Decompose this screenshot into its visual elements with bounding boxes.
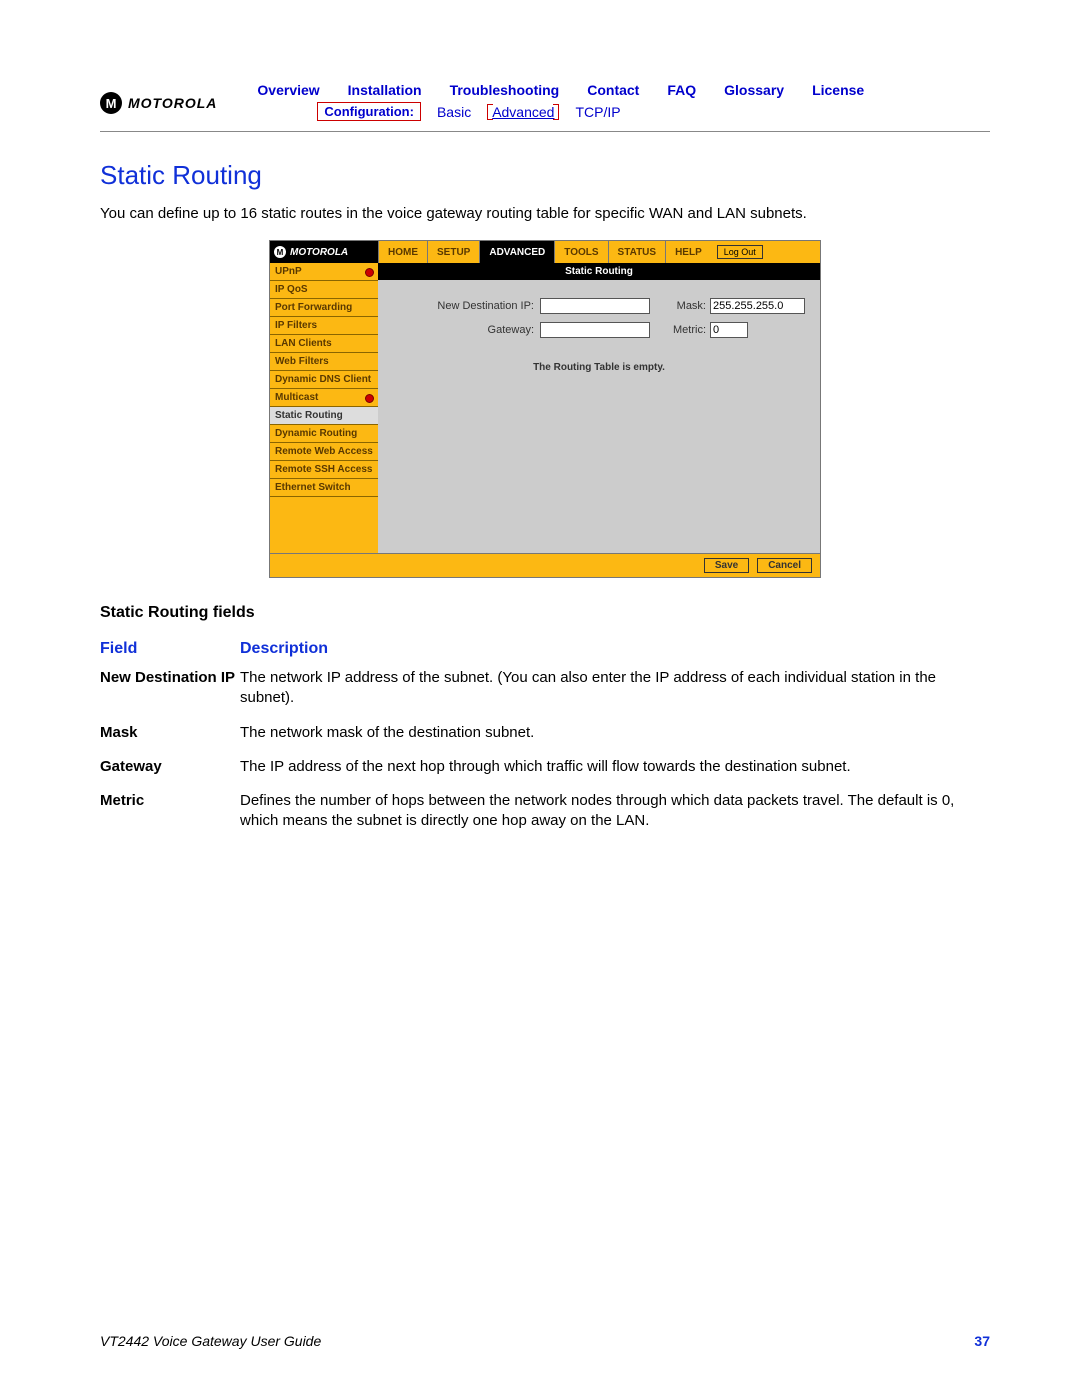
motorola-logo: M MOTOROLA bbox=[100, 92, 217, 114]
sidebar-item-static-routing[interactable]: Static Routing bbox=[270, 407, 378, 425]
gateway-label: Gateway: bbox=[390, 324, 540, 336]
save-button[interactable]: Save bbox=[704, 558, 749, 573]
page-number: 37 bbox=[974, 1333, 990, 1349]
sidebar-item-remote-ssh-access[interactable]: Remote SSH Access bbox=[270, 461, 378, 479]
sidebar-item-dynamic-routing[interactable]: Dynamic Routing bbox=[270, 425, 378, 443]
field-description: Defines the number of hops between the n… bbox=[240, 791, 990, 832]
field-description: The network IP address of the subnet. (Y… bbox=[240, 668, 990, 709]
subnav-basic[interactable]: Basic bbox=[437, 104, 471, 120]
ui-brand-text: MOTOROLA bbox=[290, 247, 348, 258]
page-title: Static Routing bbox=[100, 160, 990, 191]
dest-ip-input[interactable] bbox=[540, 298, 650, 314]
field-description: The network mask of the destination subn… bbox=[240, 723, 534, 743]
table-row: MetricDefines the number of hops between… bbox=[100, 791, 990, 832]
tab-advanced[interactable]: ADVANCED bbox=[479, 241, 554, 263]
tab-status[interactable]: STATUS bbox=[608, 241, 666, 263]
status-dot-icon bbox=[365, 268, 374, 277]
doc-header: M MOTOROLA Overview Installation Trouble… bbox=[100, 82, 990, 132]
col-field-header: Field bbox=[100, 640, 240, 658]
panel-title: Static Routing bbox=[378, 263, 820, 280]
metric-input[interactable] bbox=[710, 322, 748, 338]
sidebar-item-upnp[interactable]: UPnP bbox=[270, 263, 378, 281]
sidebar-item-lan-clients[interactable]: LAN Clients bbox=[270, 335, 378, 353]
nav-license[interactable]: License bbox=[812, 82, 864, 98]
guide-title: VT2442 Voice Gateway User Guide bbox=[100, 1333, 321, 1349]
sidebar-item-ethernet-switch[interactable]: Ethernet Switch bbox=[270, 479, 378, 497]
nav-faq[interactable]: FAQ bbox=[667, 82, 696, 98]
ui-logo-icon: M bbox=[274, 246, 286, 258]
field-name: Mask bbox=[100, 723, 240, 743]
tab-help[interactable]: HELP bbox=[665, 241, 711, 263]
tab-home[interactable]: HOME bbox=[378, 241, 427, 263]
dest-ip-label: New Destination IP: bbox=[390, 300, 540, 312]
nav-overview[interactable]: Overview bbox=[257, 82, 319, 98]
sidebar-item-multicast[interactable]: Multicast bbox=[270, 389, 378, 407]
mask-input[interactable] bbox=[710, 298, 805, 314]
sidebar-item-ip-qos[interactable]: IP QoS bbox=[270, 281, 378, 299]
sidebar-item-dynamic-dns-client[interactable]: Dynamic DNS Client bbox=[270, 371, 378, 389]
field-name: New Destination IP bbox=[100, 668, 240, 709]
sidebar: UPnPIP QoSPort ForwardingIP FiltersLAN C… bbox=[270, 263, 378, 553]
table-row: MaskThe network mask of the destination … bbox=[100, 723, 990, 743]
cancel-button[interactable]: Cancel bbox=[757, 558, 812, 573]
subnav-tcpip[interactable]: TCP/IP bbox=[575, 104, 620, 120]
subnav-advanced[interactable]: Advanced bbox=[487, 104, 559, 120]
sub-nav: Configuration: Basic Advanced TCP/IP bbox=[317, 102, 864, 121]
field-description: The IP address of the next hop through w… bbox=[240, 757, 851, 777]
fields-table: Field Description New Destination IPThe … bbox=[100, 640, 990, 832]
field-name: Gateway bbox=[100, 757, 240, 777]
ui-logo: M MOTOROLA bbox=[270, 241, 378, 263]
table-row: GatewayThe IP address of the next hop th… bbox=[100, 757, 990, 777]
header-divider bbox=[100, 131, 990, 132]
sidebar-item-ip-filters[interactable]: IP Filters bbox=[270, 317, 378, 335]
nav-contact[interactable]: Contact bbox=[587, 82, 639, 98]
field-name: Metric bbox=[100, 791, 240, 832]
nav-installation[interactable]: Installation bbox=[348, 82, 422, 98]
sidebar-item-remote-web-access[interactable]: Remote Web Access bbox=[270, 443, 378, 461]
router-admin-screenshot: M MOTOROLA HOME SETUP ADVANCED TOOLS STA… bbox=[269, 240, 821, 578]
sidebar-item-web-filters[interactable]: Web Filters bbox=[270, 353, 378, 371]
doc-footer: VT2442 Voice Gateway User Guide 37 bbox=[100, 1333, 990, 1349]
table-row: New Destination IPThe network IP address… bbox=[100, 668, 990, 709]
top-nav: Overview Installation Troubleshooting Co… bbox=[257, 82, 864, 98]
tab-setup[interactable]: SETUP bbox=[427, 241, 479, 263]
motorola-icon: M bbox=[100, 92, 122, 114]
tab-tools[interactable]: TOOLS bbox=[554, 241, 607, 263]
gateway-input[interactable] bbox=[540, 322, 650, 338]
mask-label: Mask: bbox=[666, 300, 710, 312]
routing-table-empty-msg: The Routing Table is empty. bbox=[390, 362, 808, 373]
intro-text: You can define up to 16 static routes in… bbox=[100, 203, 990, 224]
col-desc-header: Description bbox=[240, 640, 328, 658]
metric-label: Metric: bbox=[666, 324, 710, 336]
nav-glossary[interactable]: Glossary bbox=[724, 82, 784, 98]
brand-text: MOTOROLA bbox=[128, 95, 217, 111]
fields-section-heading: Static Routing fields bbox=[100, 604, 990, 622]
nav-troubleshooting[interactable]: Troubleshooting bbox=[450, 82, 560, 98]
subnav-configuration-label: Configuration: bbox=[317, 102, 421, 121]
status-dot-icon bbox=[365, 394, 374, 403]
sidebar-item-port-forwarding[interactable]: Port Forwarding bbox=[270, 299, 378, 317]
logout-button[interactable]: Log Out bbox=[717, 245, 763, 259]
